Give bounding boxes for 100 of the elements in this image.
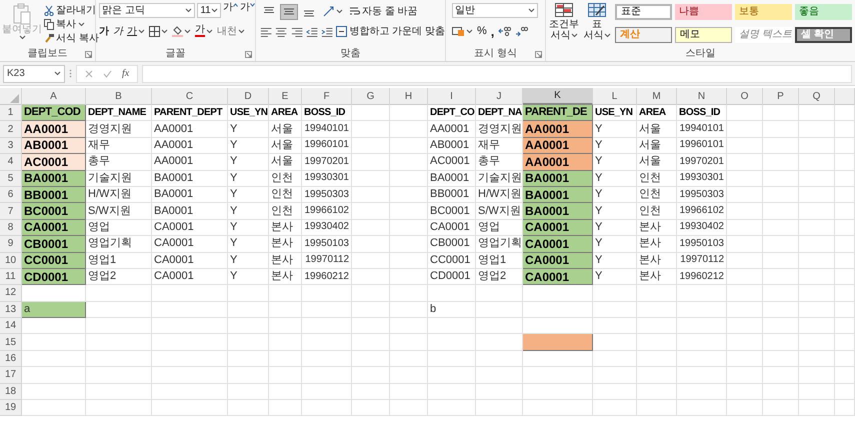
table-cell[interactable]: AC0001 <box>22 154 86 171</box>
table-cell[interactable]: 19960101 <box>302 138 352 154</box>
table-cell[interactable]: 19950103 <box>302 236 352 253</box>
column-header[interactable]: Q <box>799 88 835 105</box>
table-cell[interactable]: AA0001 <box>428 121 476 138</box>
row-header[interactable]: 6 <box>0 186 22 204</box>
table-cell[interactable]: BA0001 <box>152 170 228 187</box>
format-as-table-button[interactable]: 표 서식 <box>582 3 612 47</box>
format-painter-button[interactable]: 서식 복사 <box>44 32 99 45</box>
column-header[interactable]: F <box>302 88 352 105</box>
table-cell[interactable]: 본사 <box>269 268 302 286</box>
formula-input[interactable] <box>142 64 852 82</box>
table-cell[interactable]: 영업 <box>86 220 152 236</box>
table-cell[interactable]: Y <box>228 236 269 253</box>
table-cell[interactable]: CA0001 <box>152 252 228 269</box>
table-cell[interactable]: PARENT_DE <box>523 105 593 122</box>
table-cell[interactable]: H/W지원 <box>86 186 152 204</box>
table-cell[interactable]: 19966102 <box>302 203 352 220</box>
table-cell[interactable]: BA0001 <box>152 186 228 204</box>
table-cell[interactable]: Y <box>228 220 269 236</box>
bold-button[interactable]: 가 <box>99 24 109 38</box>
table-cell[interactable]: 19960212 <box>302 268 352 286</box>
vertical-align-button[interactable] <box>280 4 298 20</box>
cell-style[interactable]: 설명 텍스트 <box>735 27 792 43</box>
table-cell[interactable]: BA0001 <box>523 186 593 204</box>
table-cell[interactable]: Y <box>228 268 269 286</box>
table-cell[interactable]: 19930301 <box>677 170 727 187</box>
font-size-dropdown[interactable]: 11 <box>197 3 221 18</box>
table-cell[interactable]: Y <box>593 268 637 286</box>
table-cell[interactable]: 본사 <box>269 236 302 253</box>
table-cell[interactable]: BA0001 <box>22 170 86 187</box>
table-cell[interactable]: CD0001 <box>428 268 476 286</box>
table-cell[interactable]: Y <box>593 186 637 204</box>
table-cell[interactable]: AB0001 <box>428 138 476 154</box>
cell-style[interactable]: 보통 <box>735 4 792 20</box>
conditional-formatting-button[interactable]: 조건부 서식 <box>549 3 579 47</box>
table-cell[interactable]: 영업1 <box>86 252 152 269</box>
table-cell[interactable]: 19966102 <box>677 203 727 220</box>
table-cell[interactable]: 본사 <box>269 252 302 269</box>
cancel-icon[interactable] <box>85 70 93 78</box>
table-cell[interactable]: 본사 <box>637 252 677 269</box>
table-cell[interactable]: BC0001 <box>22 203 86 220</box>
table-cell[interactable]: Y <box>228 186 269 204</box>
column-header[interactable]: P <box>763 88 799 105</box>
table-cell[interactable]: CA0001 <box>152 220 228 236</box>
percent-button[interactable]: % <box>477 26 487 36</box>
table-cell[interactable]: 19970201 <box>677 154 727 171</box>
column-header[interactable]: C <box>152 88 228 105</box>
table-cell[interactable]: 인천 <box>269 186 302 204</box>
table-cell[interactable]: AB0001 <box>22 138 86 154</box>
row-header[interactable]: 8 <box>0 220 22 236</box>
table-cell[interactable]: 경영지원 <box>86 121 152 138</box>
table-cell[interactable]: CC0001 <box>22 252 86 269</box>
increase-indent-icon[interactable] <box>321 26 334 38</box>
align-right-icon[interactable] <box>290 26 303 38</box>
table-cell[interactable]: CA0001 <box>22 220 86 236</box>
table-cell[interactable]: CA0001 <box>152 268 228 286</box>
table-cell[interactable]: BB0001 <box>428 186 476 204</box>
table-cell[interactable] <box>523 334 593 351</box>
select-all-icon[interactable] <box>10 94 19 103</box>
table-cell[interactable]: BC0001 <box>428 203 476 220</box>
table-cell[interactable]: AA0001 <box>523 154 593 171</box>
table-cell[interactable]: 서울 <box>269 138 302 154</box>
table-cell[interactable]: 19970112 <box>302 252 352 269</box>
table-cell[interactable]: BOSS_ID <box>677 105 727 122</box>
table-cell[interactable]: AA0001 <box>152 154 228 171</box>
table-cell[interactable]: AA0001 <box>152 138 228 154</box>
align-center-icon[interactable] <box>275 26 288 38</box>
table-cell[interactable]: Y <box>228 154 269 171</box>
table-cell[interactable]: b <box>428 302 476 318</box>
table-cell[interactable]: AREA <box>269 105 302 122</box>
table-cell[interactable]: 19940101 <box>677 121 727 138</box>
table-cell[interactable]: 영업기획 <box>86 236 152 253</box>
column-header[interactable]: N <box>677 88 727 105</box>
row-header[interactable]: 17 <box>0 367 22 384</box>
table-cell[interactable]: CA0001 <box>523 236 593 253</box>
table-cell[interactable]: 19970112 <box>677 252 727 269</box>
table-cell[interactable]: Y <box>593 236 637 253</box>
dialog-launcher-icon[interactable] <box>245 51 252 58</box>
table-cell[interactable]: 서울 <box>269 121 302 138</box>
table-cell[interactable]: 서울 <box>269 154 302 171</box>
table-cell[interactable]: CA0001 <box>428 220 476 236</box>
row-header[interactable]: 16 <box>0 350 22 368</box>
cell-style[interactable]: 표준 <box>615 4 672 20</box>
table-cell[interactable]: Y <box>593 203 637 220</box>
table-cell[interactable]: 재무 <box>86 138 152 154</box>
table-cell[interactable]: DEPT_COD <box>22 105 86 122</box>
column-header[interactable]: O <box>727 88 763 105</box>
table-cell[interactable]: DEPT_CO <box>428 105 476 122</box>
row-header[interactable]: 13 <box>0 302 22 318</box>
table-cell[interactable]: AREA <box>637 105 677 122</box>
table-cell[interactable]: CA0001 <box>523 252 593 269</box>
name-box[interactable]: K23 <box>3 64 65 82</box>
table-cell[interactable]: BB0001 <box>22 186 86 204</box>
table-cell[interactable]: CA0001 <box>523 220 593 236</box>
row-header[interactable]: 2 <box>0 121 22 138</box>
table-cell[interactable]: a <box>22 302 86 318</box>
table-cell[interactable]: Y <box>593 138 637 154</box>
column-header[interactable]: I <box>428 88 476 105</box>
underline-button[interactable]: 가 <box>127 24 145 38</box>
